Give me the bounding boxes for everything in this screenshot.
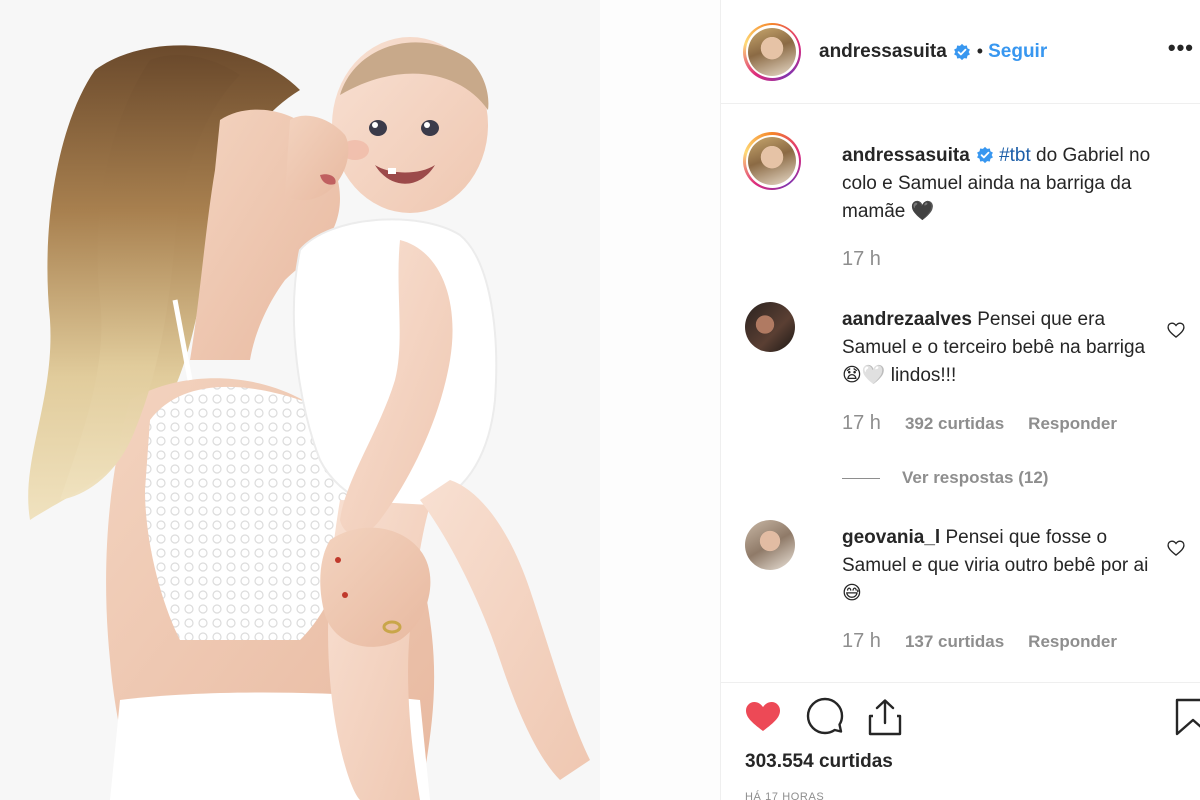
comments-list[interactable]: andressasuita #tbt do Gabriel no colo e … — [721, 104, 1200, 682]
post-actions: 303.554 curtidas HÁ 17 HORAS — [721, 682, 1200, 800]
caption-text: andressasuita #tbt do Gabriel no colo e … — [842, 142, 1160, 226]
comment-likes[interactable]: 137 curtidas — [905, 632, 1004, 652]
post-timestamp: HÁ 17 HORAS — [745, 791, 825, 800]
comment-like-heart-icon[interactable] — [1166, 538, 1186, 558]
author-avatar-image — [748, 27, 796, 76]
post-side-panel: andressasuita • Seguir ••• andressasuita… — [720, 0, 1200, 800]
instagram-post-view: andressasuita • Seguir ••• andressasuita… — [0, 0, 1200, 800]
verified-badge-icon — [953, 43, 970, 60]
caption-time[interactable]: 17 h — [842, 248, 881, 271]
post-photo[interactable] — [0, 0, 720, 800]
caption-meta: 17 h — [842, 248, 881, 271]
more-horizontal-icon[interactable]: ••• — [1168, 37, 1194, 59]
bookmark-icon[interactable] — [1173, 697, 1200, 737]
caption-row: andressasuita #tbt do Gabriel no colo e … — [743, 132, 1200, 272]
comment-time[interactable]: 17 h — [842, 630, 881, 653]
caption-username[interactable]: andressasuita — [842, 145, 970, 166]
comment-likes[interactable]: 392 curtidas — [905, 414, 1004, 434]
caption-hashtag[interactable]: #tbt — [999, 145, 1031, 166]
comment-time[interactable]: 17 h — [842, 412, 881, 435]
replies-divider — [842, 477, 880, 479]
comment-meta: 17 h 392 curtidas Responder — [842, 412, 1117, 435]
caption-avatar[interactable] — [743, 132, 801, 190]
comment-text: aandrezaalves Pensei que era Samuel e o … — [842, 306, 1160, 390]
heart-filled-icon[interactable] — [743, 697, 783, 737]
caption-avatar-image — [748, 137, 796, 185]
caption-verified-badge-icon — [976, 146, 993, 164]
comment-meta: 17 h 137 curtidas Responder — [842, 630, 1117, 653]
comment-icon[interactable] — [805, 697, 845, 737]
likes-count[interactable]: 303.554 curtidas — [745, 751, 893, 773]
comment-row: aandrezaalves Pensei que era Samuel e o … — [743, 300, 1200, 500]
view-replies-label: Ver respostas (12) — [902, 468, 1049, 487]
comment-row: geovania_l Pensei que fosse o Samuel e q… — [743, 518, 1200, 668]
post-header: andressasuita • Seguir ••• — [721, 0, 1200, 104]
commenter-username[interactable]: aandrezaalves — [842, 309, 972, 330]
follow-button[interactable]: Seguir — [988, 41, 1047, 63]
commenter-avatar[interactable] — [745, 302, 795, 352]
reply-button[interactable]: Responder — [1028, 414, 1117, 434]
commenter-avatar[interactable] — [745, 520, 795, 570]
post-photo-illustration — [0, 0, 720, 800]
commenter-username[interactable]: geovania_l — [842, 527, 940, 548]
comment-like-heart-icon[interactable] — [1166, 320, 1186, 340]
author-avatar[interactable] — [743, 22, 801, 81]
share-icon[interactable] — [865, 697, 905, 737]
comment-text: geovania_l Pensei que fosse o Samuel e q… — [842, 524, 1160, 608]
reply-button[interactable]: Responder — [1028, 632, 1117, 652]
author-username[interactable]: andressasuita — [819, 41, 947, 63]
header-separator: • — [976, 41, 984, 61]
view-replies-button[interactable]: Ver respostas (12) — [842, 468, 1048, 488]
